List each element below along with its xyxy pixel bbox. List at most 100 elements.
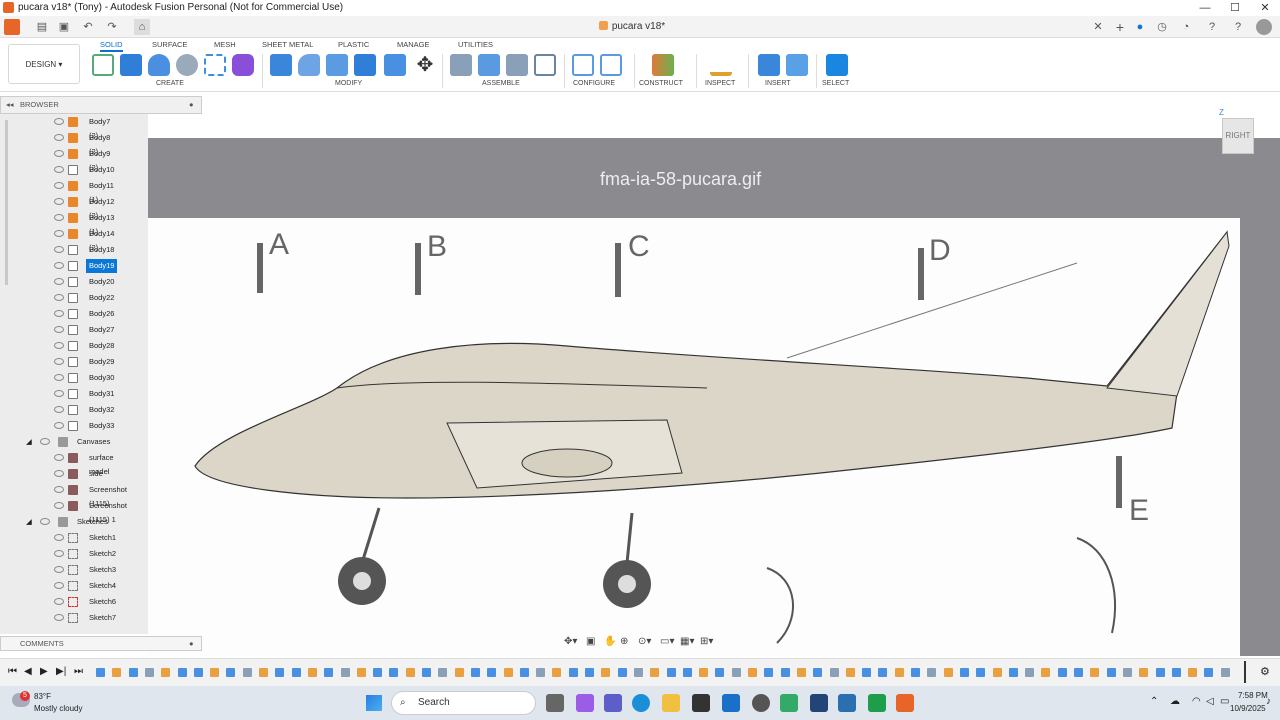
weather-desc[interactable]: Mostly cloudy <box>34 704 82 713</box>
timeline-feature-icon[interactable] <box>454 668 464 677</box>
outlook-icon[interactable] <box>722 694 740 712</box>
timeline-feature-icon[interactable] <box>438 668 448 677</box>
offset-plane-icon[interactable] <box>652 54 674 76</box>
tab-utilities[interactable]: UTILITIES <box>458 40 493 49</box>
fillet-icon[interactable] <box>298 54 320 76</box>
pattern-icon[interactable] <box>204 54 226 76</box>
timeline-feature-icon[interactable] <box>1139 668 1149 677</box>
group-configure[interactable]: CONFIGURE <box>573 80 615 87</box>
timeline-feature-icon[interactable] <box>422 668 431 677</box>
timeline-feature-icon[interactable] <box>389 668 399 677</box>
extrude-icon[interactable] <box>120 54 142 76</box>
timeline[interactable]: ⏮ ◀ ▶ ▶| ⏭ ⚙ <box>0 658 1280 686</box>
timeline-feature-icon[interactable] <box>862 668 872 677</box>
app-icon[interactable] <box>868 694 886 712</box>
timeline-feature-icon[interactable] <box>96 668 105 677</box>
viewports-icon[interactable]: ⊞▾ <box>700 636 713 647</box>
visibility-icon[interactable] <box>54 198 64 205</box>
timeline-feature-icon[interactable] <box>829 668 839 677</box>
visibility-icon[interactable] <box>54 582 64 589</box>
workspace-switcher[interactable]: DESIGN ▾ <box>8 44 80 84</box>
visibility-icon[interactable] <box>54 230 64 237</box>
timeline-feature-icon[interactable] <box>992 668 1002 677</box>
shell-icon[interactable] <box>354 54 376 76</box>
timeline-feature-icon[interactable] <box>144 668 154 677</box>
timeline-feature-icon[interactable] <box>911 668 920 677</box>
timeline-feature-icon[interactable] <box>275 668 285 677</box>
visibility-icon[interactable] <box>54 406 64 413</box>
timeline-feature-icon[interactable] <box>748 668 757 677</box>
visibility-icon[interactable] <box>54 454 64 461</box>
timeline-feature-icon[interactable] <box>177 668 187 677</box>
timeline-feature-icon[interactable] <box>666 668 676 677</box>
timeline-feature-icon[interactable] <box>1122 668 1132 677</box>
profile-icon[interactable]: ? <box>1230 19 1246 35</box>
visibility-icon[interactable] <box>54 214 64 221</box>
timeline-feature-icon[interactable] <box>356 668 366 677</box>
timeline-feature-icon[interactable] <box>470 668 480 677</box>
timeline-feature-icon[interactable] <box>959 668 969 677</box>
visibility-icon[interactable] <box>54 534 64 541</box>
visibility-icon[interactable] <box>40 518 50 525</box>
visibility-icon[interactable] <box>54 374 64 381</box>
store-icon[interactable] <box>692 694 710 712</box>
tab-plastic[interactable]: PLASTIC <box>338 40 369 49</box>
pan-icon[interactable]: ✋ <box>604 636 616 647</box>
tab-solid[interactable]: SOLID <box>100 40 123 52</box>
visibility-icon[interactable] <box>54 310 64 317</box>
maximize-button[interactable]: ☐ <box>1220 0 1250 16</box>
onedrive-icon[interactable]: ☁ <box>1170 696 1180 707</box>
visibility-icon[interactable] <box>54 278 64 285</box>
pin-icon[interactable]: ● <box>189 97 194 113</box>
joint-origin-icon[interactable] <box>534 54 556 76</box>
timeline-feature-icon[interactable] <box>976 668 986 677</box>
visibility-icon[interactable] <box>54 150 64 157</box>
minimize-button[interactable]: — <box>1190 0 1220 16</box>
press-pull-icon[interactable] <box>270 54 292 76</box>
as-built-joint-icon[interactable] <box>506 54 528 76</box>
task-view-icon[interactable] <box>546 694 564 712</box>
timeline-feature-icon[interactable] <box>1220 668 1230 677</box>
timeline-feature-icon[interactable] <box>780 668 790 677</box>
notifications-icon[interactable]: ◔ <box>1178 19 1194 35</box>
visibility-icon[interactable] <box>40 438 50 445</box>
file-explorer-icon[interactable] <box>662 694 680 712</box>
select-icon[interactable] <box>826 54 848 76</box>
visibility-icon[interactable] <box>54 262 64 269</box>
timeline-feature-icon[interactable] <box>373 668 383 677</box>
timeline-feature-icon[interactable] <box>259 668 268 677</box>
timeline-feature-icon[interactable] <box>943 668 953 677</box>
timeline-feature-icon[interactable] <box>845 668 855 677</box>
tab-surface[interactable]: SURFACE <box>152 40 187 49</box>
tab-mesh[interactable]: MESH <box>214 40 236 49</box>
new-tab-icon[interactable]: + <box>1112 19 1128 35</box>
chevron-up-icon[interactable]: ⌃ <box>1150 696 1158 707</box>
fit-icon[interactable]: ⊙▾ <box>638 636 651 647</box>
timeline-feature-icon[interactable] <box>699 668 709 677</box>
timeline-feature-icon[interactable] <box>764 668 774 677</box>
timeline-feature-icon[interactable] <box>291 668 301 677</box>
timeline-feature-icon[interactable] <box>650 668 660 677</box>
timeline-feature-icon[interactable] <box>813 668 823 677</box>
visibility-icon[interactable] <box>54 422 64 429</box>
timeline-feature-icon[interactable] <box>324 668 334 677</box>
insert-derive-icon[interactable] <box>758 54 780 76</box>
timeline-feature-icon[interactable] <box>536 668 546 677</box>
timeline-back-icon[interactable]: ◀ <box>24 666 32 677</box>
visibility-icon[interactable] <box>54 166 64 173</box>
tab-close-icon[interactable]: ✕ <box>1090 19 1106 35</box>
document-tab[interactable]: pucara v18* <box>152 16 1112 38</box>
timeline-feature-icon[interactable] <box>1188 668 1198 677</box>
timeline-feature-icon[interactable] <box>487 668 497 677</box>
collapse-icon[interactable]: ◂◂ <box>6 97 14 113</box>
timeline-start-icon[interactable]: ⏮ <box>8 666 17 677</box>
group-select[interactable]: SELECT <box>822 80 849 87</box>
visibility-icon[interactable] <box>54 294 64 301</box>
timeline-play-icon[interactable]: ▶ <box>40 666 48 677</box>
app-icon[interactable] <box>810 694 828 712</box>
timeline-feature-icon[interactable] <box>585 668 594 677</box>
expand-icon[interactable]: ◢ <box>26 515 32 529</box>
group-create[interactable]: CREATE <box>156 80 184 87</box>
joint-icon[interactable] <box>478 54 500 76</box>
add-comment-icon[interactable]: ● <box>189 637 194 650</box>
